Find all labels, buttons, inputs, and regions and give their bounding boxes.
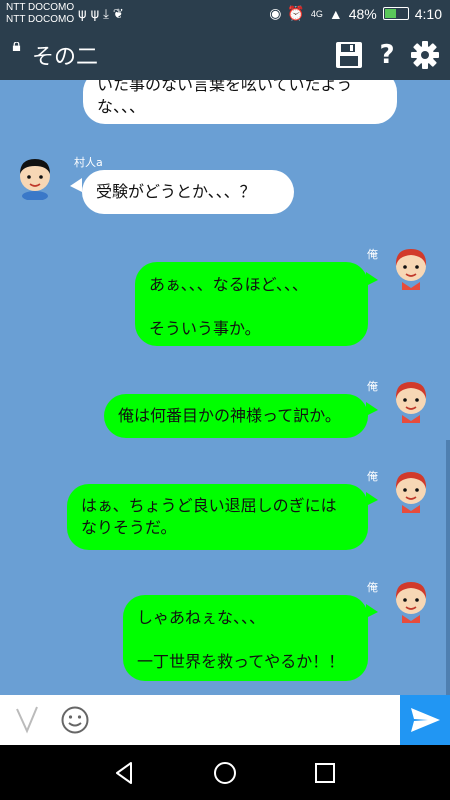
app-bar: その二 ? xyxy=(0,30,450,80)
download-icon: ⤓ xyxy=(103,7,113,22)
player-avatar xyxy=(395,472,427,513)
player-avatar xyxy=(395,582,427,623)
settings-icon[interactable] xyxy=(410,40,440,70)
recents-icon[interactable] xyxy=(312,760,338,786)
hotspot-icon: ◉ xyxy=(269,5,282,21)
chat-area[interactable]: いた事のない言葉を呟いていたよう な、、、 村人a 受験がどうとか、、、？ 俺 … xyxy=(0,80,450,695)
lock-icon xyxy=(12,42,21,51)
back-icon[interactable] xyxy=(112,760,138,786)
message-bubble: 受験がどうとか、、、？ xyxy=(82,170,294,214)
message-bubble: あぁ、、、なるほど、、、 そういう事か。 xyxy=(135,262,368,346)
home-icon[interactable] xyxy=(212,760,238,786)
alarm-icon: ⏰ xyxy=(287,5,305,21)
evernote-icon: ❦ xyxy=(112,7,128,22)
message-bubble: しゃあねぇな、、、 一丁世界を救ってやるか！！ xyxy=(123,595,368,681)
message-input[interactable] xyxy=(102,703,396,739)
bubble-tail xyxy=(70,178,82,192)
clock: 4:10 xyxy=(414,5,442,22)
input-bar xyxy=(0,695,450,745)
v-icon[interactable] xyxy=(12,703,42,737)
help-icon[interactable]: ? xyxy=(372,40,402,70)
send-icon xyxy=(411,708,440,732)
player-avatar xyxy=(395,382,427,423)
notification-icons: ψψ⤓❦ xyxy=(78,7,128,22)
battery-percent: 48% xyxy=(348,5,377,22)
player-avatar xyxy=(395,249,427,290)
carrier-line-2: NTT DOCOMO xyxy=(6,14,75,25)
network-label: 4G xyxy=(310,8,323,19)
system-status: ◉ ⏰ 4G ▲ 48% 4:10 xyxy=(269,5,442,22)
message-bubble: 俺は何番目かの神様って訳か。 xyxy=(104,394,368,438)
navigation-bar xyxy=(0,745,450,800)
page-title: その二 xyxy=(32,45,99,70)
battery-icon xyxy=(382,7,409,20)
usb-icon: ψ xyxy=(90,7,104,22)
save-icon[interactable] xyxy=(334,40,364,70)
speaker-name: 俺 xyxy=(367,248,378,261)
speaker-name: 俺 xyxy=(367,380,378,393)
scrollbar[interactable] xyxy=(446,440,450,695)
send-button[interactable] xyxy=(400,695,450,745)
carrier-label: NTT DOCOMO NTT DOCOMO xyxy=(6,2,74,26)
villager-avatar xyxy=(20,159,50,200)
status-bar: NTT DOCOMO NTT DOCOMO ψψ⤓❦ ◉ ⏰ 4G ▲ 48% … xyxy=(0,0,450,30)
message-bubble: いた事のない言葉を呟いていたよう な、、、 xyxy=(83,80,397,124)
usb-icon: ψ xyxy=(78,7,91,22)
speaker-name: 俺 xyxy=(367,470,378,483)
speaker-name: 俺 xyxy=(367,581,378,594)
carrier-line-1: NTT DOCOMO xyxy=(6,2,75,13)
message-bubble: はぁ、ちょうど良い退屈しのぎには なりそうだ。 xyxy=(67,484,368,550)
signal-icon: ▲ xyxy=(328,5,343,22)
emoji-icon[interactable] xyxy=(60,705,90,735)
speaker-name: 村人a xyxy=(74,156,103,169)
